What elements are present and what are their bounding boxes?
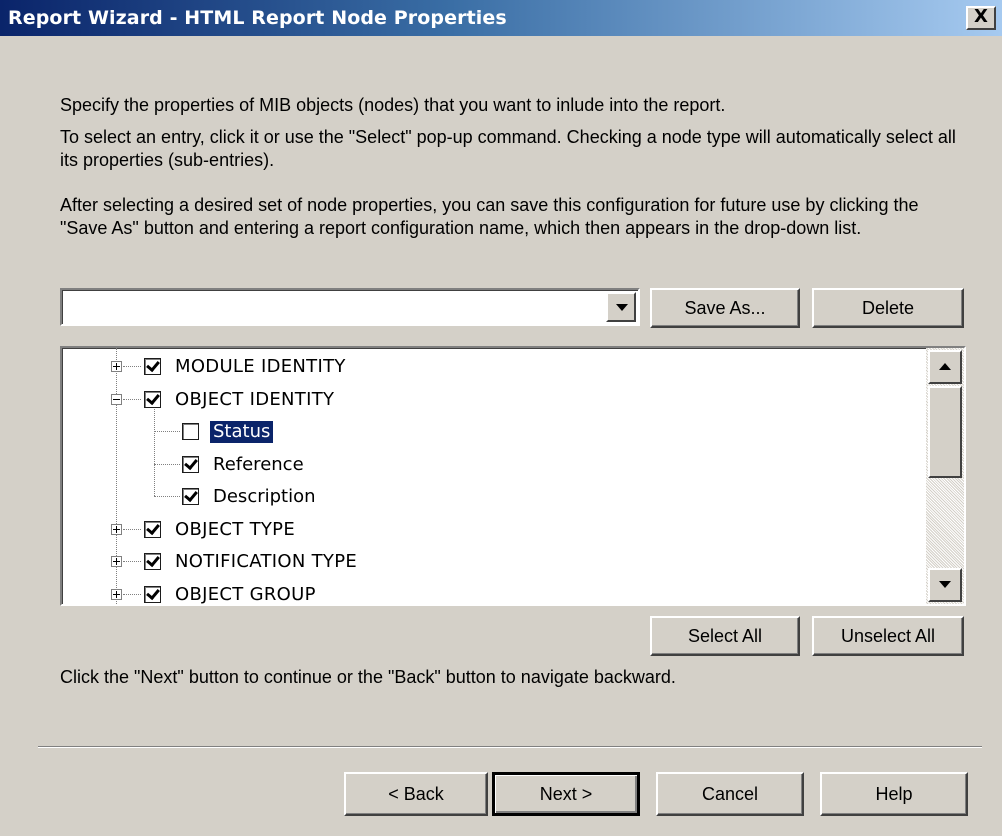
report-config-combobox[interactable] — [60, 288, 640, 326]
scroll-down-arrow-icon — [939, 581, 951, 588]
close-button[interactable]: X — [966, 6, 996, 30]
collapse-minus-icon[interactable] — [111, 393, 122, 405]
expand-plus-icon[interactable] — [111, 523, 122, 535]
delete-button[interactable]: Delete — [812, 288, 964, 328]
tree-connector — [123, 528, 141, 531]
combobox-dropdown-button[interactable] — [606, 292, 636, 322]
instruction-text-3: After selecting a desired set of node pr… — [60, 195, 919, 238]
tree-connector — [123, 593, 141, 596]
close-icon: X — [974, 6, 988, 27]
instruction-text-2: To select an entry, click it or use the … — [60, 127, 956, 170]
tree-item-label: Status — [210, 421, 274, 443]
tree-item-label: OBJECT IDENTITY — [175, 388, 335, 410]
window-title: Report Wizard - HTML Report Node Propert… — [8, 7, 507, 29]
tree-connector — [123, 561, 141, 563]
scroll-up-button[interactable] — [928, 350, 962, 384]
tree-item-checkbox[interactable] — [144, 553, 161, 570]
tree-property-item[interactable]: Description — [62, 483, 922, 513]
tree-connector — [123, 366, 141, 368]
tree-item-checkbox[interactable] — [144, 585, 161, 603]
tree-vertical-scrollbar[interactable] — [926, 348, 964, 604]
tree-item-checkbox[interactable] — [182, 423, 199, 440]
cancel-button[interactable]: Cancel — [656, 772, 804, 816]
tree-node-item[interactable]: OBJECT IDENTITY — [62, 386, 922, 416]
tree-connector — [154, 431, 180, 433]
tree-connector — [154, 496, 180, 498]
next-button[interactable]: Next > — [492, 772, 640, 816]
scrollbar-thumb[interactable] — [928, 386, 962, 478]
help-button[interactable]: Help — [820, 772, 968, 816]
unselect-all-button[interactable]: Unselect All — [812, 616, 964, 656]
tree-item-checkbox[interactable] — [144, 358, 161, 375]
tree-item-checkbox[interactable] — [182, 488, 199, 505]
tree-connector — [154, 463, 180, 466]
back-button[interactable]: < Back — [344, 772, 488, 816]
select-all-button[interactable]: Select All — [650, 616, 800, 656]
expand-plus-icon[interactable] — [111, 361, 122, 372]
tree-node-item[interactable]: OBJECT TYPE — [62, 516, 922, 546]
scroll-up-arrow-icon — [939, 363, 951, 370]
node-properties-tree[interactable]: MODULE IDENTITY OBJECT IDENTITY Status Refe… — [60, 346, 966, 606]
chevron-down-icon — [616, 304, 628, 311]
tree-property-item[interactable]: Reference — [62, 451, 922, 481]
tree-property-item[interactable]: Status — [62, 418, 922, 448]
scroll-down-button[interactable] — [928, 568, 962, 602]
tree-node-item[interactable]: NOTIFICATION TYPE — [62, 548, 922, 578]
tree-node-item[interactable]: MODULE IDENTITY — [62, 353, 922, 383]
navigation-hint: Click the "Next" button to continue or t… — [60, 667, 676, 687]
title-bar: Report Wizard - HTML Report Node Propert… — [0, 0, 1002, 36]
tree-node-item[interactable]: OBJECT GROUP — [62, 581, 922, 605]
tree-item-label: NOTIFICATION TYPE — [175, 551, 358, 572]
tree-item-label: Reference — [213, 453, 304, 475]
expand-plus-icon[interactable] — [111, 556, 122, 567]
tree-item-label: OBJECT TYPE — [175, 518, 296, 540]
instruction-text-1: Specify the properties of MIB objects (n… — [60, 95, 726, 115]
save-as-button[interactable]: Save As... — [650, 288, 800, 328]
expand-plus-icon[interactable] — [111, 588, 122, 600]
tree-item-label: MODULE IDENTITY — [175, 356, 346, 377]
tree-item-label: Description — [213, 486, 316, 507]
separator-line — [38, 746, 982, 748]
tree-item-checkbox[interactable] — [144, 520, 161, 538]
tree-item-checkbox[interactable] — [144, 390, 161, 408]
tree-item-label: OBJECT GROUP — [175, 583, 316, 605]
tree-connector — [123, 398, 141, 401]
tree-item-checkbox[interactable] — [182, 455, 199, 473]
